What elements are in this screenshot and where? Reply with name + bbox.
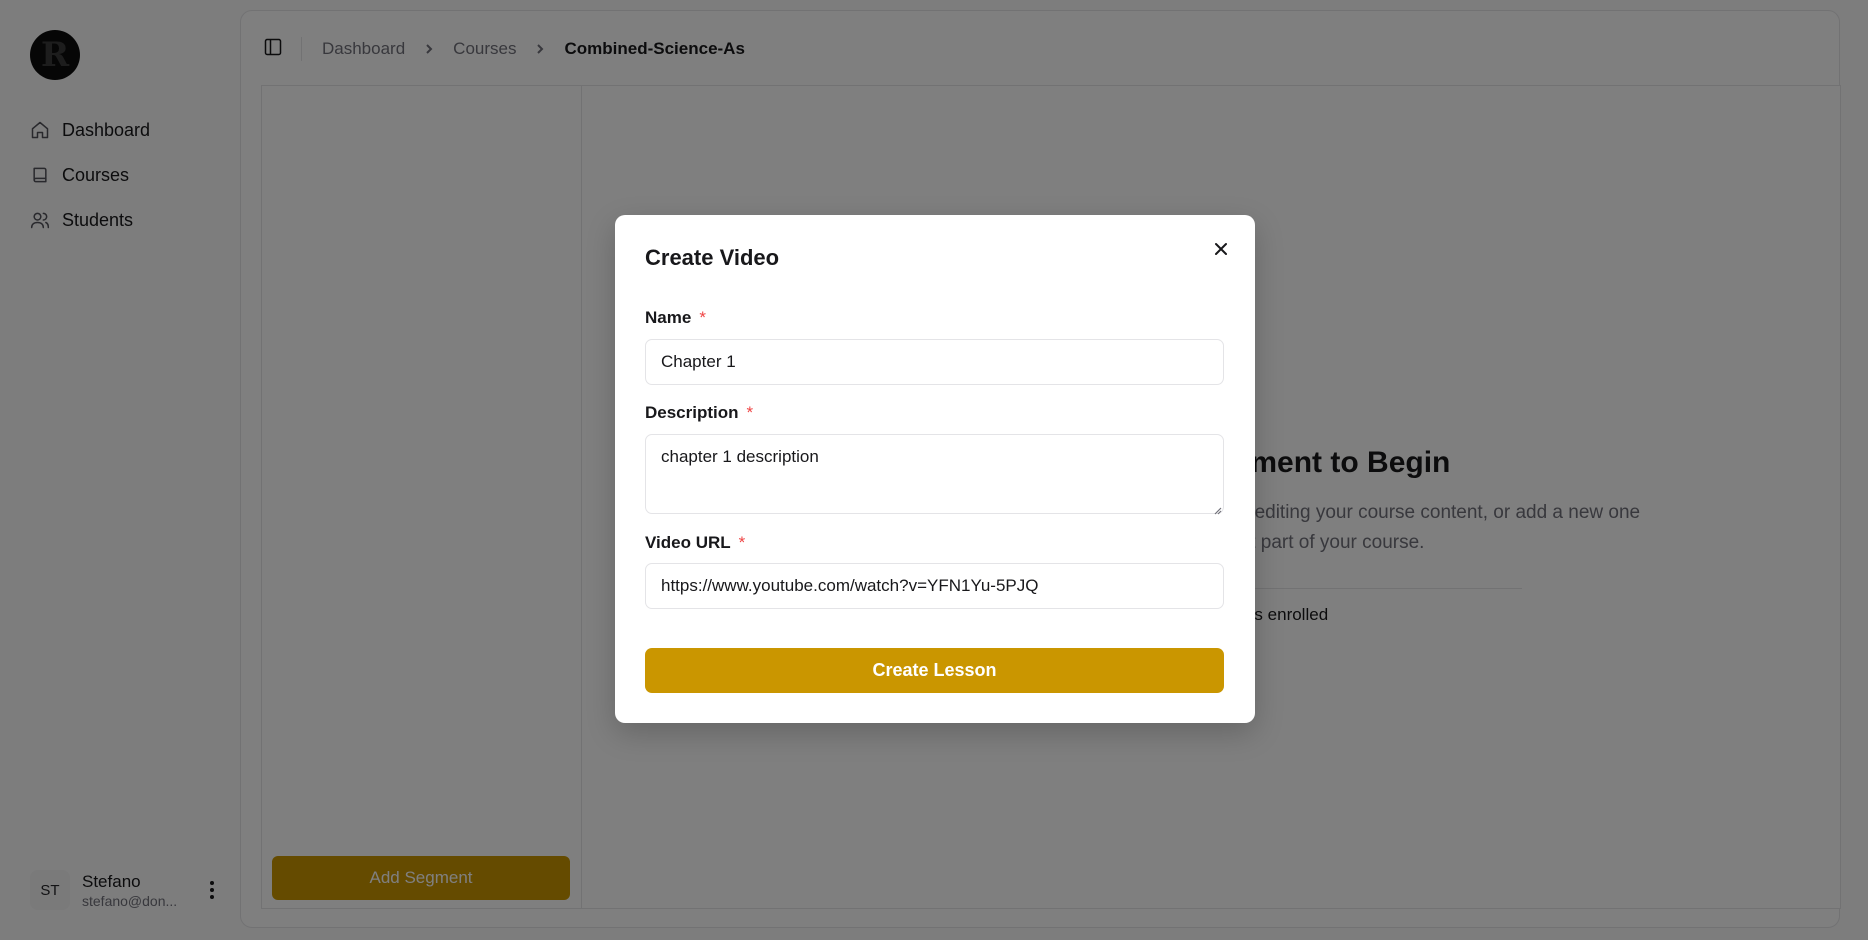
description-textarea[interactable]: chapter 1 description xyxy=(645,434,1224,514)
required-mark: * xyxy=(699,308,706,327)
video-url-label-text: Video URL xyxy=(645,533,731,552)
required-mark: * xyxy=(738,533,746,552)
description-label-text: Description xyxy=(645,403,739,422)
close-button[interactable] xyxy=(1209,237,1233,261)
resize-handle-icon[interactable] xyxy=(1212,502,1222,515)
name-input[interactable] xyxy=(645,339,1224,385)
dialog-title: Create Video xyxy=(645,245,780,270)
required-mark: * xyxy=(746,403,754,422)
video-url-label: Video URL * xyxy=(645,533,745,553)
video-url-input[interactable] xyxy=(645,563,1224,609)
name-label: Name * xyxy=(645,308,706,328)
name-label-text: Name xyxy=(645,308,692,327)
create-lesson-button[interactable]: Create Lesson xyxy=(645,648,1224,693)
close-icon xyxy=(1215,243,1227,255)
description-label: Description * xyxy=(645,403,753,423)
create-video-dialog: Create Video Name * Description * chapter … xyxy=(615,215,1255,723)
